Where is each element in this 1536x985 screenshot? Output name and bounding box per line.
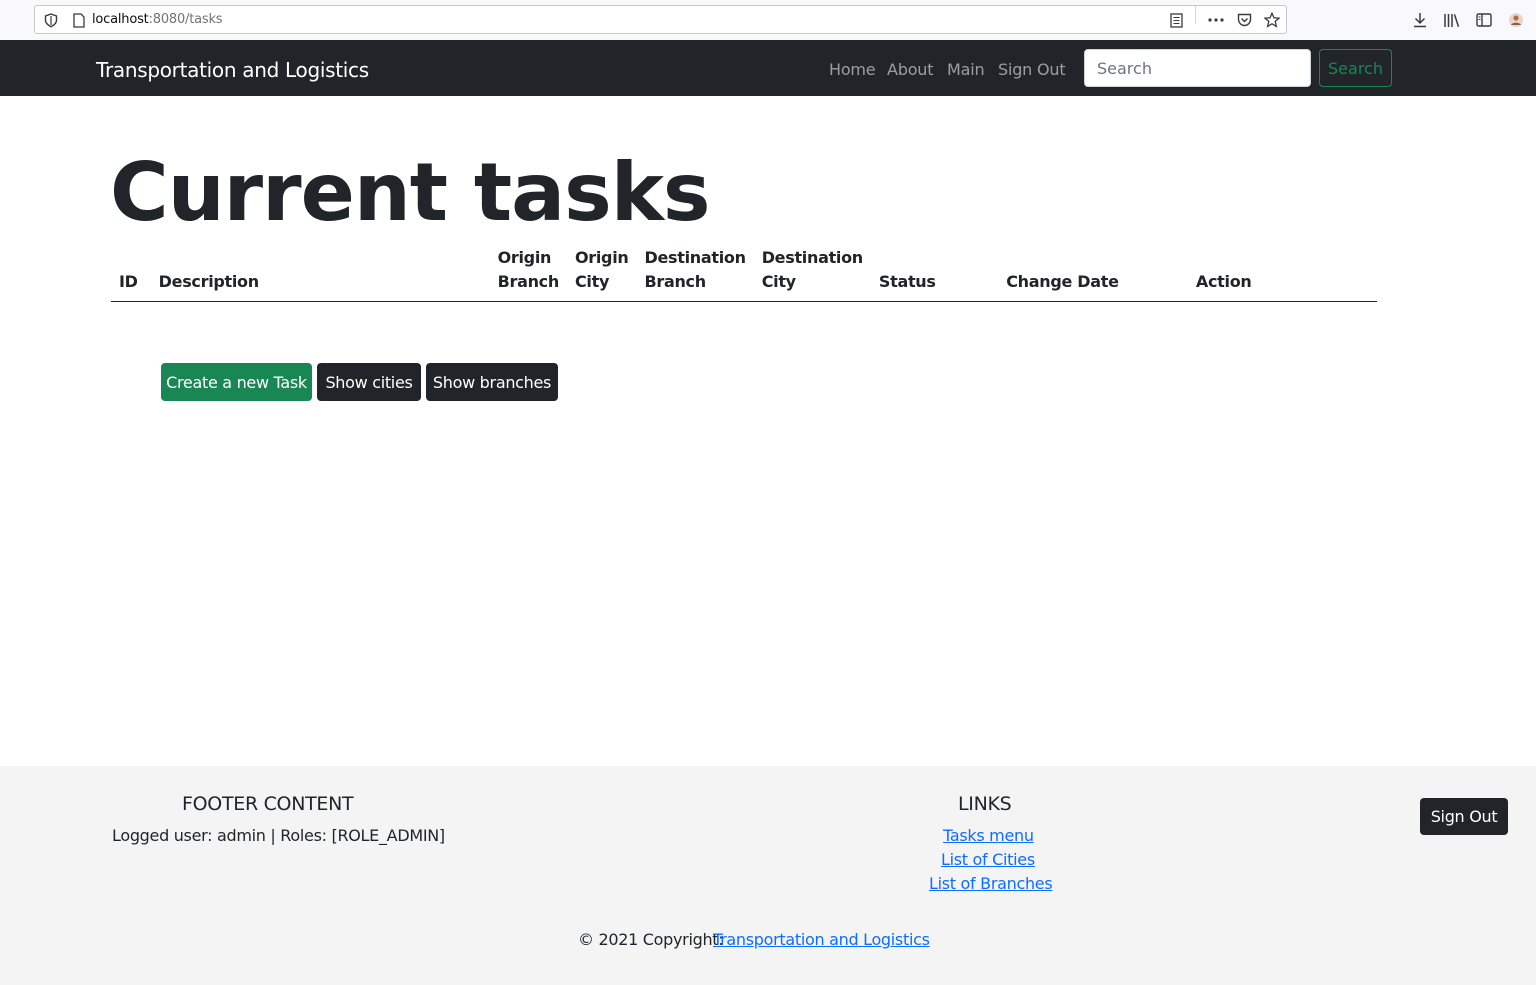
library-icon[interactable]	[1441, 10, 1463, 30]
table-header-row: ID Description Origin Branch Origin City D…	[111, 246, 1377, 302]
create-task-button[interactable]: Create a new Task	[161, 363, 312, 401]
footer-links-heading: LINKS	[958, 793, 1012, 815]
column-header-origin-branch: Origin Branch	[489, 246, 567, 302]
column-header-destination-city: Destination City	[753, 246, 871, 302]
site-footer: FOOTER CONTENT Logged user: admin | Role…	[0, 766, 1536, 985]
footer-link-tasks-menu[interactable]: Tasks menu	[943, 826, 1034, 845]
address-bar[interactable]: localhost:8080/tasks	[34, 5, 1287, 34]
reader-view-icon[interactable]	[1166, 10, 1186, 30]
footer-link-list-of-cities[interactable]: List of Cities	[941, 850, 1035, 869]
footer-content-heading: FOOTER CONTENT	[182, 793, 354, 815]
page-title: Current tasks	[110, 146, 711, 239]
column-header-origin-city: Origin City	[566, 246, 637, 302]
nav-link-main[interactable]: Main	[947, 60, 985, 79]
copyright-link[interactable]: Transportation and Logistics	[713, 930, 930, 949]
column-header-status: Status	[870, 246, 999, 302]
show-branches-button[interactable]: Show branches	[426, 363, 558, 401]
site-navbar: Transportation and Logistics Home About …	[0, 40, 1536, 96]
footer-sign-out-button[interactable]: Sign Out	[1420, 798, 1508, 835]
column-header-id: ID	[111, 246, 151, 302]
navbar-brand[interactable]: Transportation and Logistics	[96, 58, 369, 82]
column-header-change-date: Change Date	[998, 246, 1188, 302]
search-button[interactable]: Search	[1319, 49, 1392, 87]
show-cities-button[interactable]: Show cities	[317, 363, 421, 401]
nav-link-sign-out[interactable]: Sign Out	[998, 60, 1066, 79]
sidebar-icon[interactable]	[1474, 10, 1494, 30]
logged-user-info: Logged user: admin | Roles: [ROLE_ADMIN]	[112, 826, 445, 845]
more-actions-icon[interactable]	[1205, 10, 1227, 30]
footer-link-list-of-branches[interactable]: List of Branches	[929, 874, 1053, 893]
column-header-destination-branch: Destination Branch	[636, 246, 754, 302]
nav-link-home[interactable]: Home	[829, 60, 876, 79]
pocket-icon[interactable]	[1234, 10, 1254, 30]
copyright-text: © 2021 Copyright:	[578, 930, 729, 949]
browser-toolbar: localhost:8080/tasks	[0, 0, 1536, 40]
toolbar-divider	[1195, 6, 1196, 24]
account-avatar-icon[interactable]	[1506, 10, 1526, 30]
shield-icon[interactable]	[42, 11, 60, 29]
nav-link-about[interactable]: About	[887, 60, 934, 79]
page-icon	[70, 11, 88, 29]
url-text[interactable]: localhost:8080/tasks	[92, 12, 223, 27]
search-input[interactable]	[1084, 49, 1311, 87]
column-header-description: Description	[150, 246, 490, 302]
download-icon[interactable]	[1410, 10, 1430, 30]
bookmark-star-icon[interactable]	[1262, 10, 1282, 30]
column-header-action: Action	[1187, 246, 1377, 302]
tasks-table: ID Description Origin Branch Origin City D…	[111, 246, 1377, 302]
